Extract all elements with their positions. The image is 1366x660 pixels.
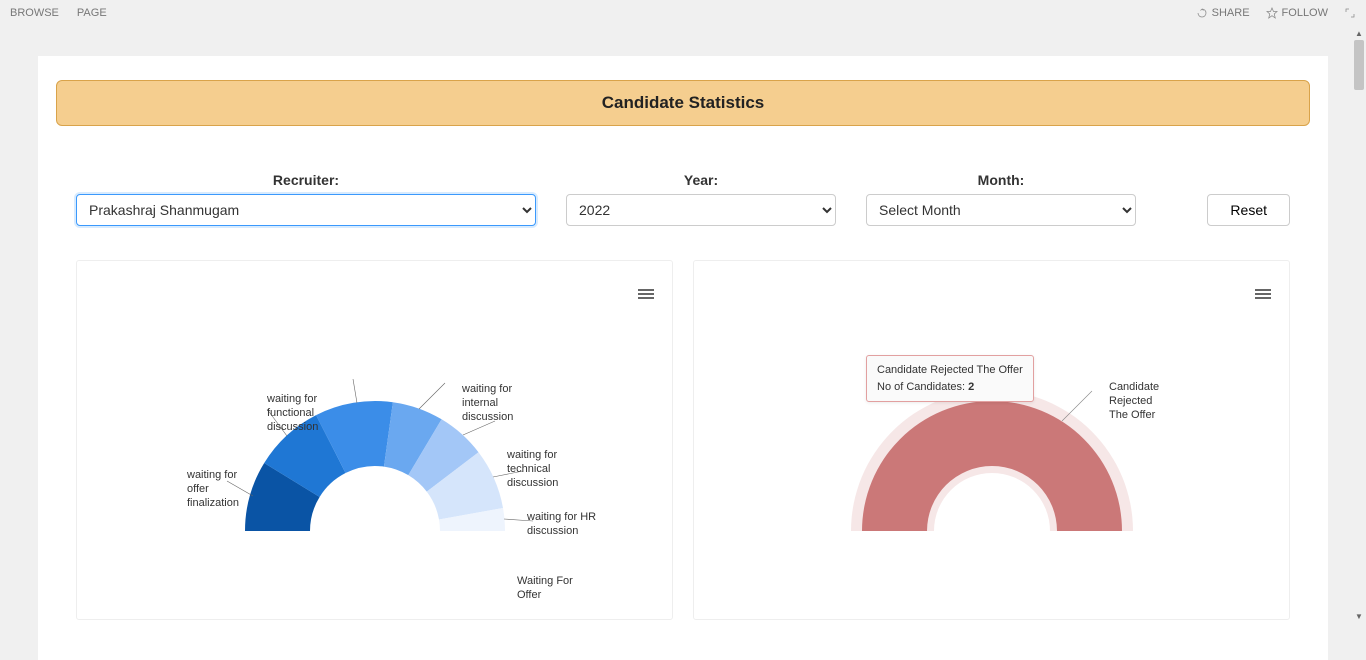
ribbon-page[interactable]: PAGE	[77, 7, 107, 19]
chart-tooltip: Candidate Rejected The Offer No of Candi…	[866, 355, 1034, 402]
share-icon	[1196, 7, 1208, 19]
page-title: Candidate Statistics	[56, 80, 1310, 126]
chart-label-functional: waiting for functional discussion	[267, 393, 337, 434]
tooltip-title: Candidate Rejected The Offer	[877, 362, 1023, 379]
chart-label-technical: waiting for technical discussion	[507, 449, 577, 490]
follow-button[interactable]: FOLLOW	[1266, 7, 1328, 19]
chart-card-rejections: Candidate Rejected The Offer Candidate R…	[693, 260, 1290, 620]
recruiter-select[interactable]: Prakashraj Shanmugam	[76, 194, 536, 226]
filters-row: Recruiter: Prakashraj Shanmugam Year: 20…	[56, 172, 1310, 226]
share-button[interactable]: SHARE	[1196, 7, 1250, 19]
fullscreen-button[interactable]	[1344, 7, 1356, 19]
month-label: Month:	[978, 172, 1025, 188]
scroll-up-arrow[interactable]: ▲	[1352, 26, 1366, 40]
vertical-scrollbar[interactable]: ▲ ▼	[1352, 26, 1366, 623]
follow-label: FOLLOW	[1282, 7, 1328, 19]
year-label: Year:	[684, 172, 718, 188]
ribbon-browse[interactable]: BROWSE	[10, 7, 59, 19]
chart-label-offer-finalization: waiting for offer finalization	[187, 469, 257, 510]
chart-label-internal: waiting for internal discussion	[462, 383, 532, 424]
year-select[interactable]: 2022	[566, 194, 836, 226]
chart-label-rejected: Candidate Rejected The Offer	[1109, 381, 1164, 422]
expand-icon	[1344, 7, 1356, 19]
recruiter-label: Recruiter:	[273, 172, 339, 188]
reset-button[interactable]: Reset	[1207, 194, 1290, 226]
pipeline-half-donut	[165, 271, 585, 611]
chart-card-pipeline: waiting for offer finalization waiting f…	[76, 260, 673, 620]
rejection-half-donut	[782, 271, 1202, 611]
page-container: Candidate Statistics Recruiter: Prakashr…	[38, 56, 1328, 660]
month-select[interactable]: Select Month	[866, 194, 1136, 226]
tooltip-count: No of Candidates: 2	[877, 379, 1023, 396]
chart-label-hr: waiting for HR discussion	[527, 511, 597, 539]
star-icon	[1266, 7, 1278, 19]
scroll-down-arrow[interactable]: ▼	[1352, 609, 1366, 623]
share-label: SHARE	[1212, 7, 1250, 19]
scrollbar-thumb[interactable]	[1354, 40, 1364, 90]
chart-label-waiting-offer: Waiting For Offer	[517, 575, 587, 603]
